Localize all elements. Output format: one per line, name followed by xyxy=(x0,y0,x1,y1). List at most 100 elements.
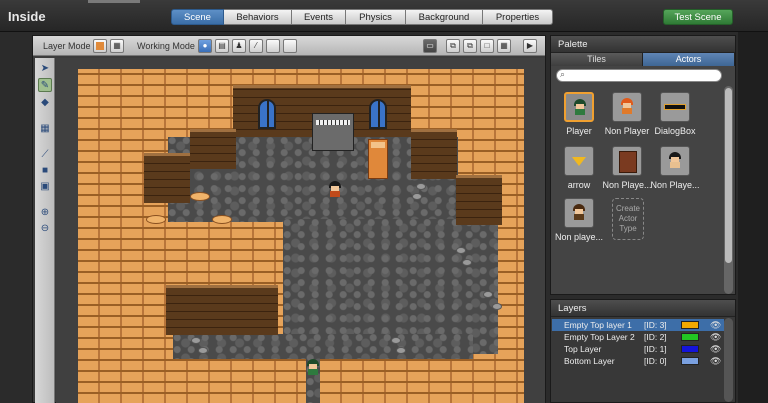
actor-player[interactable]: Player xyxy=(555,92,603,142)
grid-button[interactable]: ▦ xyxy=(497,39,511,53)
layer-color-swatch[interactable] xyxy=(681,345,699,353)
layers-button[interactable]: ⧉ xyxy=(446,39,460,53)
tab-behaviors[interactable]: Behaviors xyxy=(224,9,292,25)
actor-non-player[interactable]: Non Player xyxy=(603,92,651,142)
rock xyxy=(456,247,466,254)
window-left xyxy=(258,99,276,129)
layer-row-top[interactable]: Top Layer [ID: 1] 👁 xyxy=(552,343,724,355)
actor-arrow[interactable]: arrow xyxy=(555,146,603,196)
rock xyxy=(396,347,406,354)
palette-tabs: Tiles Actors xyxy=(551,53,735,66)
play-button[interactable]: ▶ xyxy=(523,39,537,53)
tool-strip: ➤ ✎ ◆ ▦ ⟋ ■ ▣ ⊕ ⊖ xyxy=(35,58,55,403)
scene-title: Inside xyxy=(8,9,46,24)
rock xyxy=(416,183,426,190)
layer-row-empty-top-1[interactable]: Empty Top layer 1 [ID: 3] 👁 xyxy=(552,319,724,331)
top-bar: Inside Scene Behaviors Events Physics Ba… xyxy=(0,0,768,32)
rock xyxy=(198,347,208,354)
layers-panel: Layers Empty Top layer 1 [ID: 3] 👁 Empty… xyxy=(550,299,736,403)
arrow-tool-icon[interactable]: ➤ xyxy=(38,62,52,76)
down-arrow-icon xyxy=(572,157,586,166)
layer-color-swatch[interactable] xyxy=(681,321,699,329)
cushion-1 xyxy=(190,192,210,201)
tab-physics[interactable]: Physics xyxy=(346,9,406,25)
wall-right-upper xyxy=(411,129,457,179)
player-character[interactable] xyxy=(306,359,320,375)
rock xyxy=(391,337,401,344)
right-edge xyxy=(738,32,768,403)
line-tool-icon[interactable]: ⟋ xyxy=(38,148,52,162)
zoom-out-icon[interactable]: ⊖ xyxy=(38,222,52,236)
bed xyxy=(368,139,388,179)
test-scene-button[interactable]: Test Scene xyxy=(663,9,733,25)
frame-button[interactable]: □ xyxy=(480,39,494,53)
tab-tiles[interactable]: Tiles xyxy=(551,53,643,66)
eye-icon[interactable]: 👁 xyxy=(710,343,721,355)
layer-row-empty-top-2[interactable]: Empty Top Layer 2 [ID: 2] 👁 xyxy=(552,331,724,343)
grid-tool-icon[interactable]: ▦ xyxy=(38,122,52,136)
rock xyxy=(483,291,493,298)
eye-icon[interactable]: 👁 xyxy=(710,355,721,367)
npc-3-sprite-icon xyxy=(668,152,682,170)
blank-mode-button[interactable] xyxy=(266,39,280,53)
actor-non-player-4[interactable]: Non playe... xyxy=(555,198,603,248)
tab-scene[interactable]: Scene xyxy=(171,9,224,25)
search-icon: ⌕ xyxy=(560,69,566,79)
layer-mode-all-button[interactable]: ▦ xyxy=(110,39,124,53)
layer-mode-single-button[interactable] xyxy=(93,39,107,53)
tab-background[interactable]: Background xyxy=(406,9,483,25)
cushion-2 xyxy=(146,215,166,224)
scene-tabs: Scene Behaviors Events Physics Backgroun… xyxy=(171,9,553,25)
palette-title: Palette xyxy=(551,36,735,53)
tile-mode-button[interactable]: ● xyxy=(198,39,212,53)
layer-color-swatch[interactable] xyxy=(681,357,699,365)
search-input[interactable] xyxy=(556,69,722,82)
npc-character[interactable] xyxy=(328,181,342,197)
stone-floor-bottom xyxy=(173,334,473,359)
rock xyxy=(462,259,472,266)
layer-color-swatch[interactable] xyxy=(681,333,699,341)
layer-row-bottom[interactable]: Bottom Layer [ID: 0] 👁 xyxy=(552,355,724,367)
marquee-tool-icon[interactable]: ▣ xyxy=(38,180,52,194)
player-sprite-icon xyxy=(573,99,587,117)
rock xyxy=(412,193,422,200)
npc-sprite-icon xyxy=(620,98,634,116)
cushion-3 xyxy=(212,215,232,224)
wall-left-lower xyxy=(144,153,190,203)
actor-mode-button[interactable]: ♟ xyxy=(232,39,246,53)
pencil-tool-icon[interactable]: ✎ xyxy=(38,78,52,92)
blank-mode-button-2[interactable] xyxy=(283,39,297,53)
create-actor-type-button[interactable]: Create Actor Type xyxy=(603,198,651,248)
tab-actors[interactable]: Actors xyxy=(643,53,735,66)
wall-right-lower xyxy=(456,175,502,225)
window-right xyxy=(369,99,387,129)
actor-non-player-2[interactable]: Non Playe... xyxy=(602,146,652,196)
scene-toolbar: Layer Mode ▦ Working Mode ● ▤ ♟ ⁄ ▭ ⧉ ⧉ … xyxy=(33,36,545,56)
camera-button[interactable]: ▭ xyxy=(423,39,437,53)
npc-4-sprite-icon xyxy=(572,204,586,222)
npc-2-sprite-icon xyxy=(619,151,637,173)
working-mode-label: Working Mode xyxy=(137,41,195,51)
rock xyxy=(191,337,201,344)
tab-properties[interactable]: Properties xyxy=(483,9,553,25)
layers-title: Layers xyxy=(551,300,735,317)
zoom-in-icon[interactable]: ⊕ xyxy=(38,206,52,220)
tile-map[interactable] xyxy=(78,69,524,403)
eye-icon[interactable]: 👁 xyxy=(710,319,721,331)
fill-tool-icon[interactable]: ◆ xyxy=(38,96,52,110)
palette-panel: Palette Tiles Actors ⌕ Player Non Player… xyxy=(550,35,736,295)
region-mode-button[interactable]: ▤ xyxy=(215,39,229,53)
tab-events[interactable]: Events xyxy=(292,9,346,25)
rect-tool-icon[interactable]: ■ xyxy=(38,164,52,178)
eye-icon[interactable]: 👁 xyxy=(710,331,721,343)
layer-mode-label: Layer Mode xyxy=(43,41,91,51)
wand-mode-button[interactable]: ⁄ xyxy=(249,39,263,53)
copy-button[interactable]: ⧉ xyxy=(463,39,477,53)
actor-dialogbox[interactable]: DialogBox xyxy=(651,92,699,142)
layers-scrollbar[interactable] xyxy=(724,318,733,402)
piano xyxy=(312,113,354,151)
actor-non-player-3[interactable]: Non Playe... xyxy=(650,146,700,196)
wall-left-upper xyxy=(190,129,236,169)
palette-scrollbar[interactable] xyxy=(724,86,733,294)
top-strip xyxy=(88,0,140,3)
